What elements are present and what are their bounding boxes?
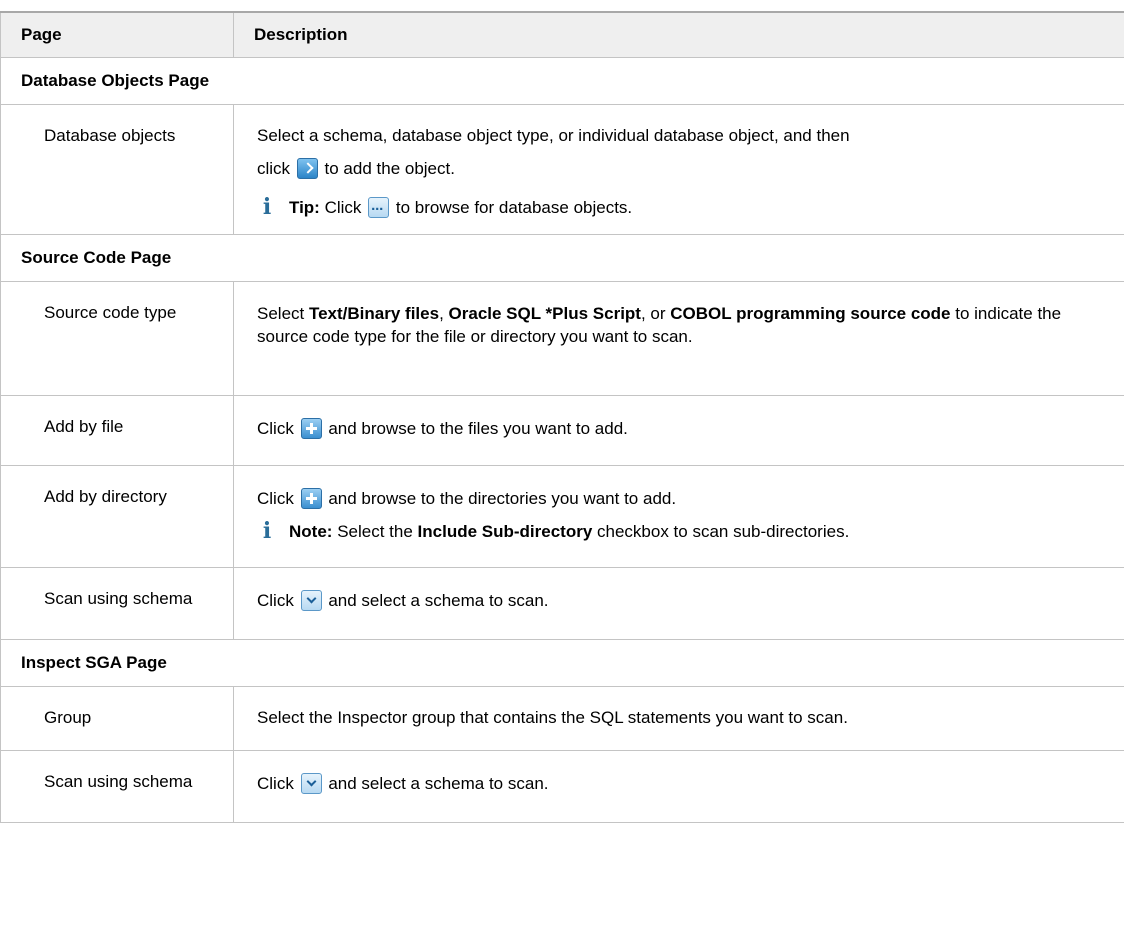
note-label: Note: [289,522,333,541]
desc-text: to browse for database objects. [395,198,633,217]
option-text-binary: Text/Binary files [308,304,440,323]
section-row: Inspect SGA Page [0,639,1124,687]
desc-text: Click [257,774,294,793]
row-description: Select a schema, database object type, o… [233,104,1124,235]
table-row: Group Select the Inspector group that co… [0,686,1124,751]
note-line: i Note: Select the Include Sub-directory … [257,515,1110,548]
table-row: Source code type Select Text/Binary file… [0,281,1124,396]
desc-text: and browse to the files you want to add. [328,419,628,438]
include-subdirectory-text: Include Sub-directory [417,522,593,541]
row-name: Scan using schema [0,750,234,823]
desc-text: Click [257,419,294,438]
section-title: Database Objects Page [0,57,1124,105]
row-name: Add by directory [0,465,234,568]
row-description: Select Text/Binary files, Oracle SQL *Pl… [233,281,1124,396]
column-header-description: Description [233,11,1124,58]
desc-text: and select a schema to scan. [328,774,549,793]
row-name: Scan using schema [0,567,234,640]
browse-ellipsis-icon [368,193,390,226]
dropdown-icon [300,590,322,611]
desc-text: and browse to the directories you want t… [328,489,677,508]
row-name: Add by file [0,395,234,466]
row-description: Click and select a schema to scan. [233,567,1124,640]
row-name: Source code type [0,281,234,396]
add-plus-icon [300,488,322,509]
row-description: Click and browse to the directories you … [233,465,1124,568]
info-icon: i [262,518,272,544]
desc-text: , or [640,304,666,323]
tip-label: Tip: [289,198,320,217]
arrow-right-icon [296,158,318,179]
table-row: Scan using schema Click and select a sch… [0,750,1124,823]
row-description: Click and select a schema to scan. [233,750,1124,823]
table-row: Add by directory Click and browse to the… [0,465,1124,568]
row-name: Database objects [0,104,234,235]
table-row: Add by file Click and browse to the file… [0,395,1124,466]
table-row: Database objects Select a schema, databa… [0,104,1124,235]
row-description: Select the Inspector group that contains… [233,686,1124,751]
tip-line: i Tip: Click to browse for database objec… [257,191,1110,226]
section-title: Inspect SGA Page [0,639,1124,687]
add-plus-icon [300,418,322,439]
desc-text: Select a schema, database object type, o… [257,126,850,145]
option-cobol: COBOL programming source code [670,304,951,323]
column-header-page: Page [0,11,234,58]
desc-text: Select the [337,522,413,541]
row-name: Group [0,686,234,751]
section-title: Source Code Page [0,234,1124,282]
row-description: Click and browse to the files you want t… [233,395,1124,466]
desc-text: to add the object. [324,159,455,178]
table-header-row: Page Description [0,11,1124,58]
desc-line: click to add the object. [257,152,1110,185]
table-row: Scan using schema Click and select a sch… [0,567,1124,640]
page-description-table: Page Description Database Objects Page D… [0,11,1124,823]
desc-line: Select a schema, database object type, o… [257,119,1110,152]
dropdown-icon [300,773,322,794]
desc-text: Select [257,304,305,323]
option-oracle-sqlplus: Oracle SQL *Plus Script [448,304,641,323]
desc-text: , [439,304,444,323]
desc-text: Click [257,591,294,610]
desc-text: click [257,159,291,178]
desc-text: Click [257,489,294,508]
page-description-table-wrapper: Page Description Database Objects Page D… [0,11,1124,823]
info-icon: i [262,194,272,220]
desc-text: Click [324,198,362,217]
section-row: Database Objects Page [0,57,1124,105]
desc-text: checkbox to scan sub-directories. [597,522,850,541]
desc-text: and select a schema to scan. [328,591,549,610]
desc-line: Click and browse to the directories you … [257,482,1110,515]
section-row: Source Code Page [0,234,1124,282]
